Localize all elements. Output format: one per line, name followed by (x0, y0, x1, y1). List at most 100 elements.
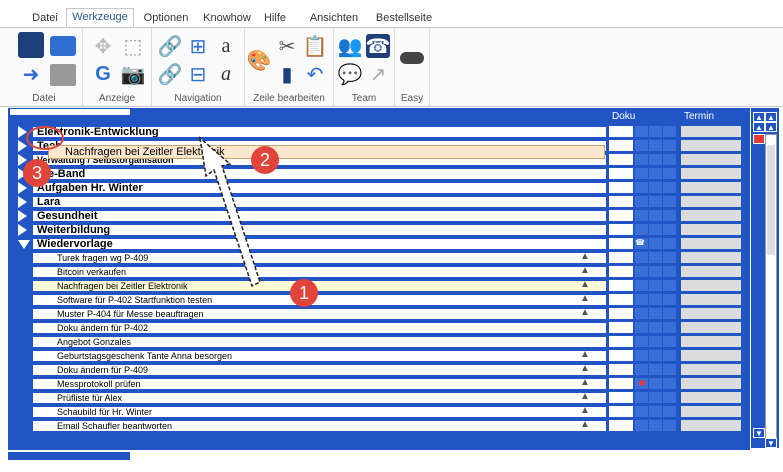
status-cell[interactable] (663, 364, 676, 375)
add-icon[interactable]: + (595, 223, 605, 235)
priority-up-icon[interactable]: ▲ (580, 307, 590, 318)
status-cell[interactable] (663, 308, 676, 319)
doku-cell[interactable] (609, 238, 633, 249)
cut-icon[interactable]: ✂ (275, 34, 299, 58)
termin-cell[interactable] (681, 420, 741, 431)
add-icon[interactable]: + (595, 181, 605, 193)
termin-cell[interactable] (681, 238, 741, 249)
termin-cell[interactable] (681, 392, 741, 403)
doku-cell[interactable] (609, 182, 633, 193)
status-cell[interactable] (663, 182, 676, 193)
status-cell[interactable] (663, 378, 676, 389)
scroll-bottom-button[interactable]: ▼ (765, 438, 777, 448)
fullscreen-icon[interactable]: ⬚ (121, 34, 145, 58)
status-cell[interactable] (649, 182, 662, 193)
unlink-icon[interactable]: 🔗 (158, 62, 183, 86)
status-cell[interactable] (649, 308, 662, 319)
termin-cell[interactable] (681, 350, 741, 361)
scroll-thumb[interactable] (767, 145, 775, 255)
scroll-top-button-2[interactable]: ▲ (765, 112, 777, 122)
add-icon[interactable]: + (595, 307, 605, 319)
tree-down-icon[interactable]: ⊟ (186, 62, 210, 86)
add-icon[interactable]: + (595, 125, 605, 137)
tree-row[interactable]: Lara (32, 196, 607, 208)
termin-cell[interactable] (681, 280, 741, 291)
status-cell[interactable] (663, 336, 676, 347)
status-cell[interactable] (649, 294, 662, 305)
status-cell[interactable] (649, 140, 662, 151)
scroll-up-button-2[interactable]: ▲ (765, 122, 777, 132)
status-cell[interactable] (635, 364, 648, 375)
termin-cell[interactable] (681, 224, 741, 235)
vertical-scrollbar[interactable]: ▲ ▲ ▲ ▲ ▼ ▼ (751, 108, 779, 448)
priority-up-icon[interactable]: ▲ (580, 363, 590, 374)
status-cell[interactable] (649, 266, 662, 277)
status-cell[interactable] (635, 294, 648, 305)
termin-cell[interactable] (681, 140, 741, 151)
doku-cell[interactable] (609, 210, 633, 221)
task-row[interactable]: Messprotokoll prüfen (32, 378, 607, 390)
add-icon[interactable]: + (595, 167, 605, 179)
tree-row[interactable]: Elektronik-Entwicklung (32, 126, 607, 138)
task-row[interactable]: Email Schaufler beantworten (32, 420, 607, 432)
status-cell[interactable] (663, 350, 676, 361)
copy-icon[interactable]: ▮ (275, 62, 299, 86)
move-icon[interactable]: ✥ (91, 34, 115, 58)
status-cell[interactable] (635, 336, 648, 347)
task-row[interactable]: Prüfliste für Alex (32, 392, 607, 404)
drag-ghost[interactable]: Nachfragen bei Zeitler Elektronik (48, 145, 605, 159)
task-row[interactable]: Doku ändern für P-409 (32, 364, 607, 376)
priority-up-icon[interactable]: ▲ (580, 251, 590, 262)
status-cell[interactable] (649, 336, 662, 347)
tab-werkzeuge[interactable]: Werkzeuge (66, 8, 134, 28)
termin-cell[interactable] (681, 182, 741, 193)
status-cell[interactable] (663, 322, 676, 333)
exit-icon[interactable]: ➜ (20, 64, 42, 86)
print-icon[interactable] (50, 36, 76, 56)
scroll-marker[interactable] (753, 134, 765, 144)
toggle-icon[interactable] (400, 52, 424, 64)
scroll-track[interactable] (765, 134, 777, 440)
termin-cell[interactable] (681, 196, 741, 207)
priority-up-icon[interactable]: ▲ (580, 349, 590, 360)
status-cell[interactable] (635, 322, 648, 333)
status-cell[interactable] (635, 350, 648, 361)
status-cell[interactable] (649, 196, 662, 207)
task-row[interactable]: Geburtstagsgeschenk Tante Anna besorgen (32, 350, 607, 362)
phone-icon[interactable]: ☎ (366, 34, 390, 58)
priority-up-icon[interactable]: ▲ (580, 279, 590, 290)
italic-icon[interactable]: a (214, 62, 238, 86)
expand-toggle-icon[interactable] (18, 196, 27, 208)
termin-cell[interactable] (681, 294, 741, 305)
termin-cell[interactable] (681, 154, 741, 165)
palette-icon[interactable]: 🎨 (247, 48, 272, 72)
status-cell[interactable] (635, 420, 648, 431)
doku-cell[interactable] (609, 308, 633, 319)
status-cell[interactable] (635, 154, 648, 165)
doku-cell[interactable] (609, 406, 633, 417)
tree-icon[interactable]: ⊞ (186, 34, 210, 58)
status-cell[interactable] (649, 224, 662, 235)
status-cell[interactable] (663, 280, 676, 291)
add-icon[interactable]: + (595, 195, 605, 207)
tree-row[interactable]: Kie-Band (32, 168, 607, 180)
add-icon[interactable]: + (595, 251, 605, 263)
doku-cell[interactable] (609, 364, 633, 375)
doku-cell[interactable] (609, 280, 633, 291)
tab-bestellseite[interactable]: Bestellseite (370, 10, 438, 28)
tab-hilfe[interactable]: Hilfe (260, 10, 290, 28)
priority-up-icon[interactable]: ▲ (580, 419, 590, 430)
task-row[interactable]: Nachfragen bei Zeitler Elektronik (32, 280, 607, 292)
termin-cell[interactable] (681, 336, 741, 347)
tree-row[interactable]: Weiterbildung (32, 224, 607, 236)
expand-toggle-icon[interactable] (18, 140, 27, 152)
status-cell[interactable] (663, 420, 676, 431)
add-icon[interactable]: + (595, 363, 605, 375)
doku-cell[interactable] (609, 420, 633, 431)
termin-cell[interactable] (681, 266, 741, 277)
status-cell[interactable] (635, 140, 648, 151)
status-cell[interactable] (663, 266, 676, 277)
termin-cell[interactable] (681, 364, 741, 375)
status-cell[interactable] (635, 280, 648, 291)
add-icon[interactable]: + (595, 265, 605, 277)
